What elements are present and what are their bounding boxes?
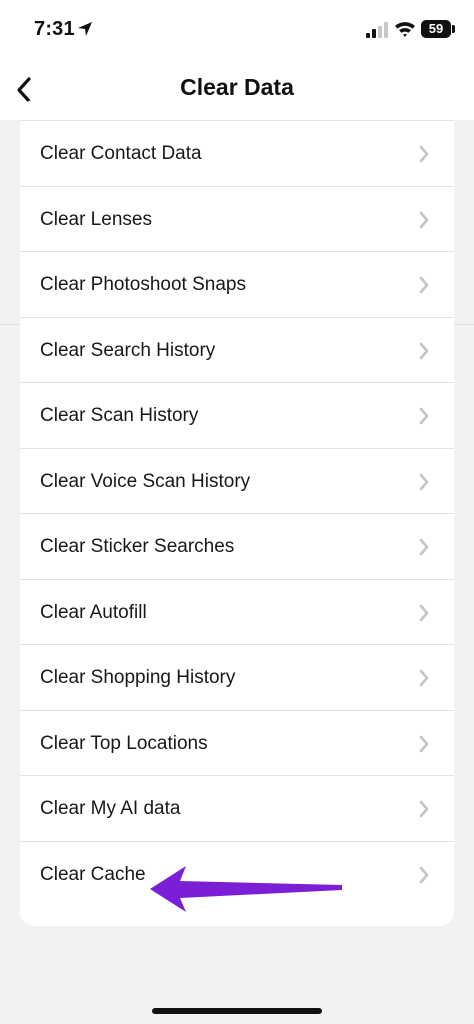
list-item-label: Clear Photoshoot Snaps	[40, 274, 246, 295]
chevron-right-icon	[419, 473, 429, 490]
chevron-right-icon	[419, 800, 429, 818]
list-item-label: Clear Lenses	[40, 208, 152, 230]
background-divider	[454, 324, 474, 325]
list-item[interactable]: Clear Autofill	[20, 578, 454, 645]
annotation-arrow-icon	[150, 866, 342, 912]
chevron-right-icon	[419, 145, 429, 163]
cellular-signal-icon	[366, 22, 388, 38]
chevron-right-icon	[419, 735, 429, 752]
list-item-label: Clear Search History	[40, 339, 216, 361]
page-title: Clear Data	[180, 74, 294, 100]
chevron-right-icon	[419, 342, 429, 359]
list-item[interactable]: Clear My AI data	[20, 775, 454, 841]
home-indicator	[152, 1008, 322, 1014]
list-item[interactable]: Clear Scan History	[20, 382, 454, 448]
list-item-label: Clear Autofill	[40, 601, 147, 623]
list-item-label: Clear My AI data	[40, 798, 181, 819]
list-item[interactable]: Clear Search History	[20, 316, 454, 383]
chevron-right-icon	[419, 669, 429, 687]
list-item[interactable]: Clear Top Locations	[20, 709, 454, 776]
list-item-label: Clear Cache	[40, 863, 146, 885]
list-item-label: Clear Sticker Searches	[40, 536, 235, 557]
list-item-label: Clear Voice Scan History	[40, 470, 251, 492]
battery-level: 59	[428, 21, 444, 36]
list-item[interactable]: Clear Contact Data	[20, 120, 454, 186]
clear-data-list: Clear Contact Data Clear Lenses Clear Phot…	[20, 100, 454, 926]
status-time: 7:31	[34, 18, 75, 40]
chevron-right-icon	[419, 866, 429, 883]
list-item-label: Clear Shopping History	[40, 667, 236, 688]
list-item[interactable]: Clear Shopping History	[20, 644, 454, 710]
status-bar: 7:31 59	[0, 0, 474, 62]
list-item[interactable]: Clear Photoshoot Snaps	[20, 251, 454, 317]
list-item[interactable]: Clear Voice Scan History	[20, 447, 454, 514]
battery-nub	[452, 25, 455, 33]
list-item-label: Clear Contact Data	[40, 143, 202, 164]
chevron-right-icon	[419, 407, 429, 425]
chevron-right-icon	[419, 538, 429, 556]
background-divider	[0, 324, 20, 325]
list-item-label: Clear Top Locations	[40, 732, 208, 754]
chevron-right-icon	[419, 276, 429, 294]
list-item[interactable]: Clear Sticker Searches	[20, 513, 454, 579]
location-arrow-icon	[78, 22, 92, 36]
list-item-label: Clear Scan History	[40, 405, 199, 426]
list-item[interactable]: Clear Lenses	[20, 185, 454, 252]
chevron-right-icon	[419, 604, 429, 621]
battery-icon: 59	[421, 20, 451, 38]
wifi-icon	[395, 22, 415, 37]
chevron-right-icon	[419, 211, 429, 228]
